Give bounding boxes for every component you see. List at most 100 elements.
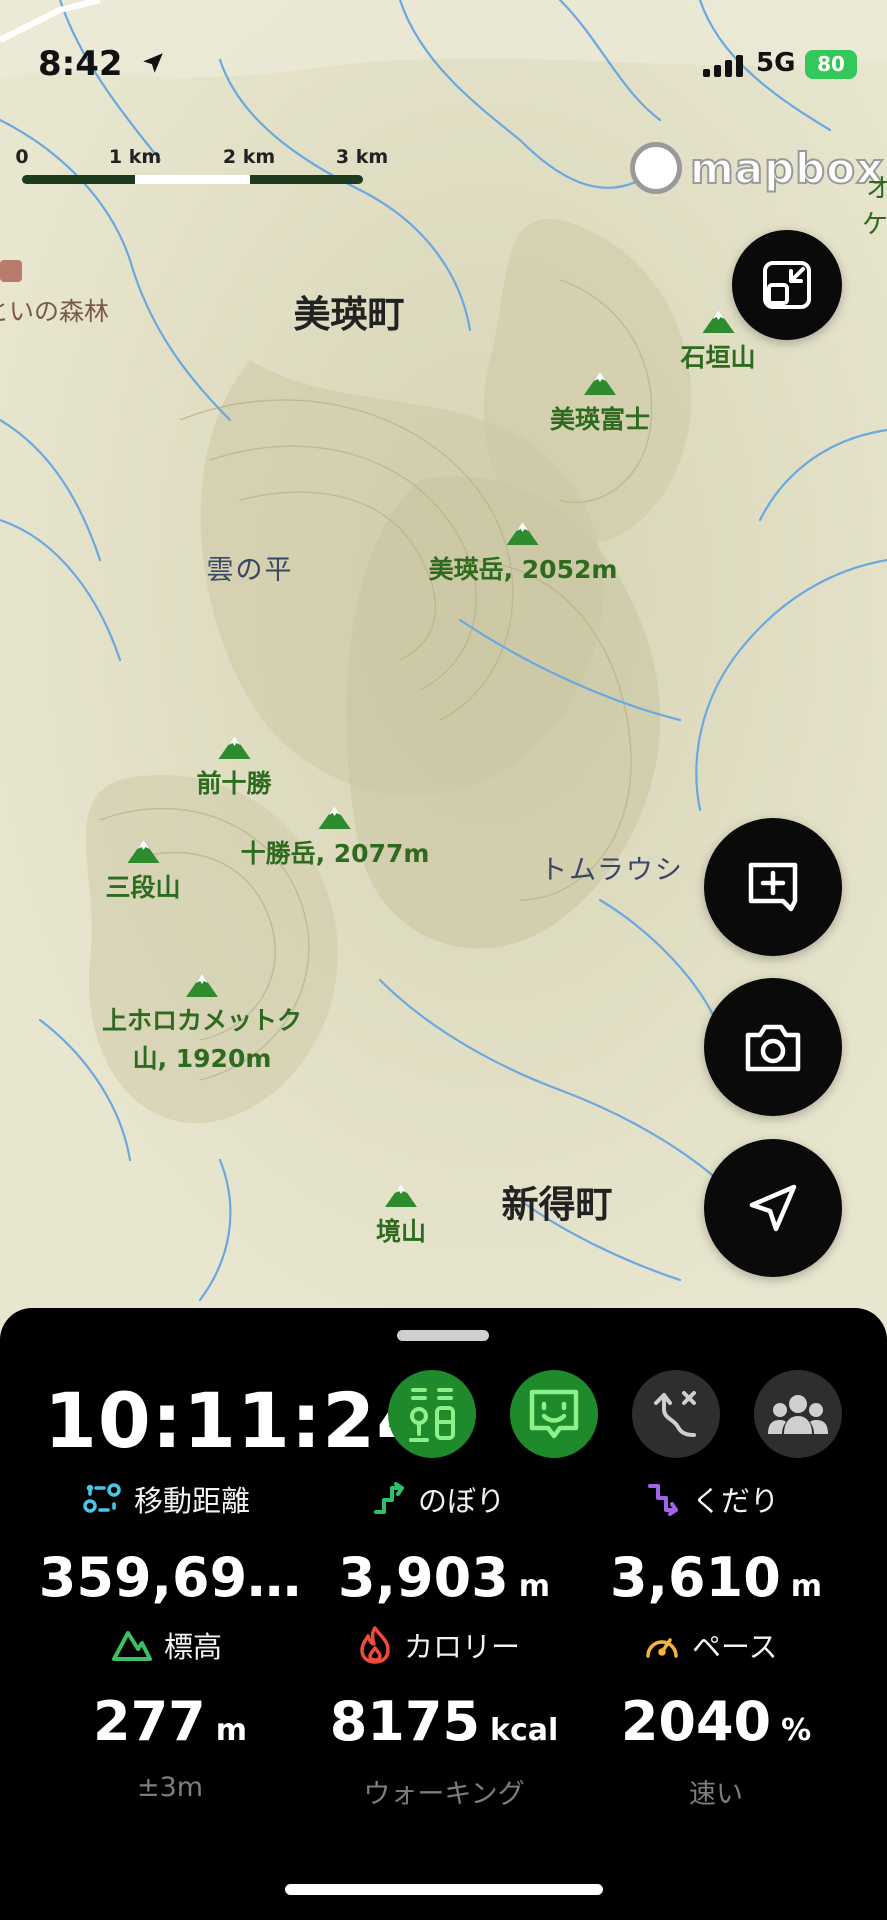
- mapbox-logo[interactable]: mapbox: [630, 142, 884, 194]
- stat-label-text: 移動距離: [134, 1484, 251, 1518]
- value-text: 2040: [620, 1690, 772, 1753]
- ascent-icon: [374, 1482, 404, 1514]
- peak-tokachidake[interactable]: 十勝岳, 2077m: [240, 804, 430, 870]
- value-text: 3,610: [609, 1546, 781, 1609]
- region-kumonotaira: 雲の平: [206, 555, 294, 586]
- value-unit: m: [790, 1569, 823, 1604]
- stat-pace-label: ペース: [644, 1624, 778, 1666]
- route-off-icon: [654, 1391, 696, 1437]
- stat-activity-type: ウォーキング: [363, 1779, 525, 1810]
- descent-icon: [648, 1484, 678, 1516]
- peak-maetokachi[interactable]: 前十勝: [196, 734, 272, 800]
- scale-label-3km: 3 km: [335, 146, 389, 168]
- add-note-button[interactable]: [704, 818, 842, 956]
- signal-icon: [703, 55, 743, 77]
- route-guide-button[interactable]: [388, 1370, 476, 1458]
- value-unit: %: [781, 1713, 812, 1748]
- stat-calories-label: カロリー: [358, 1624, 520, 1666]
- peak-sakaiyama[interactable]: 境山: [376, 1182, 426, 1248]
- status-time: 8:42: [38, 44, 123, 84]
- route-off-button[interactable]: [632, 1370, 720, 1458]
- stat-distance-value: 359,69…: [39, 1546, 301, 1609]
- minimize-icon: [763, 261, 811, 309]
- peak-label: 上ホロカメットク: [101, 1006, 303, 1035]
- value-text: 3,903: [337, 1546, 509, 1609]
- peak-label: 境山: [375, 1217, 427, 1246]
- stat-ascent-label: のぼり: [372, 1478, 505, 1520]
- group-icon: [768, 1395, 828, 1434]
- stat-elevation-accuracy: ±3m: [136, 1772, 204, 1803]
- mapbox-logo-text: mapbox: [689, 143, 885, 194]
- stat-label-text: カロリー: [404, 1630, 521, 1664]
- map-view[interactable]: 8:42 5G 80 0 1 km 2 km 3 km mapbox オ ケ と…: [0, 0, 887, 1320]
- mountain-icon: [217, 736, 250, 759]
- camera-icon: [745, 1024, 801, 1072]
- battery-indicator: 80: [805, 50, 857, 79]
- town-biei: 美瑛町: [293, 293, 405, 336]
- peak-label: 美瑛富士: [549, 405, 651, 434]
- peak-label-line2: 山, 1920m: [132, 1044, 272, 1073]
- camera-button[interactable]: [704, 978, 842, 1116]
- home-indicator[interactable]: [285, 1884, 603, 1895]
- mountain-icon: [384, 1184, 417, 1207]
- scale-label-0: 0: [15, 146, 29, 168]
- route-guide-icon: [409, 1388, 455, 1442]
- stat-elevation-value: 277 m: [93, 1690, 247, 1753]
- peak-kamihorokamettoku[interactable]: 上ホロカメットク 山, 1920m: [102, 972, 302, 1078]
- flame-icon: [360, 1626, 390, 1664]
- mountain-icon: [701, 310, 734, 333]
- network-type: 5G: [756, 48, 796, 78]
- talk-button[interactable]: [510, 1370, 598, 1458]
- location-arrow-icon: [143, 53, 163, 73]
- peak-label: 前十勝: [196, 769, 272, 798]
- mountain-icon: [185, 974, 218, 997]
- stat-ascent-value: 3,903 m: [338, 1546, 550, 1609]
- stat-descent-label: くだり: [646, 1478, 779, 1520]
- value-unit: kcal: [490, 1713, 559, 1748]
- edge-label-top: オ: [866, 174, 887, 204]
- value-unit: m: [215, 1713, 247, 1748]
- peak-label: 十勝岳, 2077m: [240, 839, 430, 868]
- peak-label: 石垣山: [680, 343, 756, 372]
- value-text: 359,69…: [38, 1546, 302, 1609]
- peak-biei-fuji[interactable]: 美瑛富士: [550, 370, 650, 436]
- activity-panel[interactable]: 10:11:24 移動距離 のぼり くだり 359,69… 3,903 m 3,…: [0, 1308, 887, 1920]
- town-shintoku: 新得町: [501, 1183, 613, 1226]
- stat-descent-value: 3,610 m: [610, 1546, 822, 1609]
- mountain-icon: [583, 372, 616, 395]
- camera-poi-icon: [0, 260, 22, 282]
- value-text: 277: [93, 1690, 206, 1753]
- mountain-icon: [319, 806, 351, 829]
- elevation-icon: [112, 1631, 152, 1661]
- value-text: 8175: [329, 1690, 481, 1753]
- stat-label-text: ペース: [692, 1630, 778, 1664]
- drag-handle[interactable]: [397, 1330, 489, 1341]
- elapsed-time: 10:11:24: [44, 1376, 431, 1465]
- scale-bar: [22, 175, 363, 184]
- collapse-map-button[interactable]: [732, 230, 842, 340]
- group-button[interactable]: [754, 1370, 842, 1458]
- mountain-icon: [126, 840, 159, 863]
- navigation-arrow-icon: [749, 1184, 797, 1232]
- mapbox-logo-icon: [630, 142, 682, 194]
- peak-label: 三段山: [105, 873, 181, 902]
- stat-label-text: のぼり: [418, 1484, 506, 1518]
- add-comment-icon: [748, 862, 798, 912]
- value-unit: m: [518, 1569, 551, 1604]
- peak-bieidake[interactable]: 美瑛岳, 2052m: [428, 520, 618, 586]
- stat-label-text: 標高: [164, 1630, 223, 1664]
- region-tomuraushi: トムラウシ: [540, 855, 684, 886]
- peak-sandanyama[interactable]: 三段山: [105, 838, 181, 904]
- stat-elevation-label: 標高: [112, 1624, 222, 1666]
- peak-label: 美瑛岳, 2052m: [428, 555, 618, 584]
- locate-button[interactable]: [704, 1139, 842, 1277]
- scale-label-1km: 1 km: [108, 146, 162, 168]
- distance-icon: [83, 1483, 121, 1513]
- stat-pace-value: 2040%: [621, 1690, 811, 1753]
- mountain-icon: [507, 522, 539, 545]
- chat-face-icon: [529, 1389, 579, 1439]
- stat-distance-label: 移動距離: [82, 1478, 250, 1520]
- scale-label-2km: 2 km: [222, 146, 276, 168]
- speedometer-icon: [646, 1638, 678, 1658]
- topographic-map-background: [0, 0, 887, 1320]
